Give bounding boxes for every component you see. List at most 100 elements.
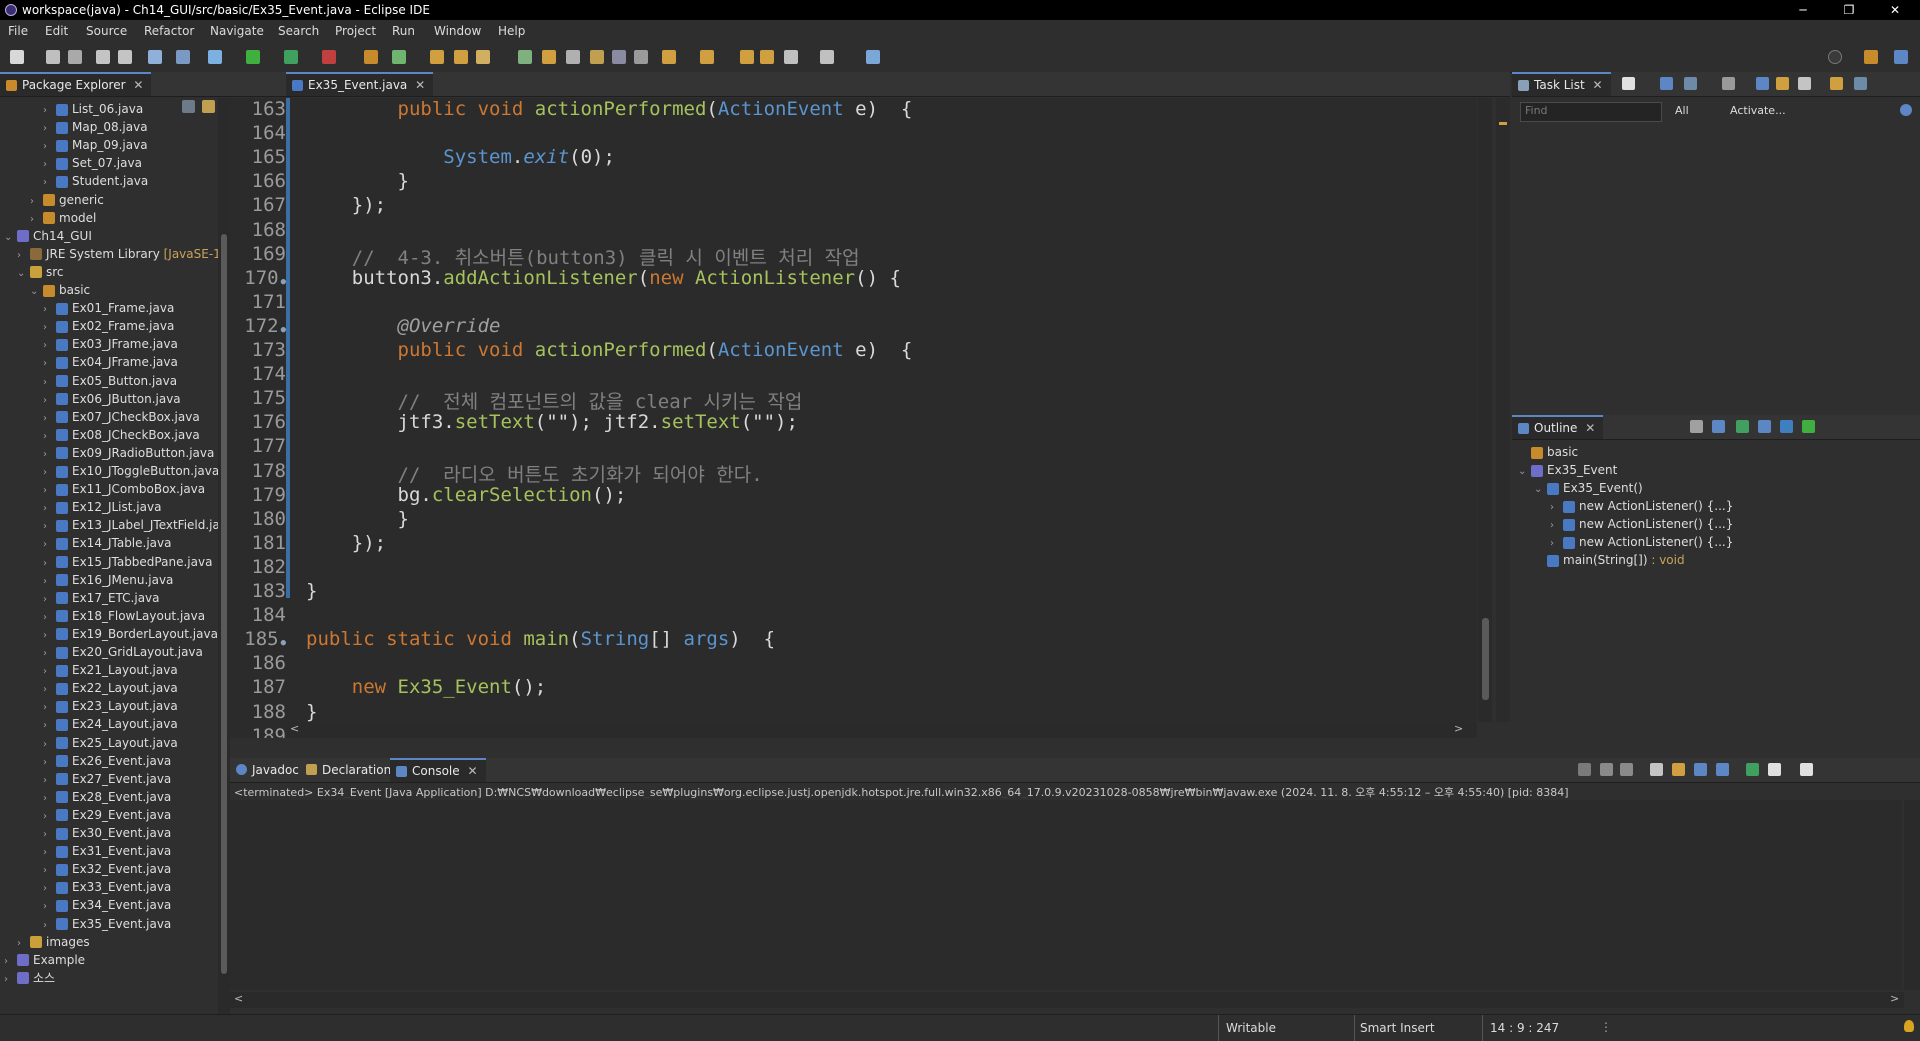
code-line[interactable]: } (306, 701, 317, 723)
undo-icon[interactable] (96, 50, 110, 64)
search-tool-icon[interactable] (476, 50, 490, 64)
tree-item[interactable]: ⌄ Ch14_GUI (4, 227, 92, 245)
open-perspective-icon[interactable] (1864, 50, 1878, 64)
tree-item[interactable]: › Map_09.java (43, 136, 148, 154)
outline-item[interactable]: › new ActionListener() {...} (1550, 533, 1733, 551)
scheduled-icon[interactable] (1684, 77, 1697, 90)
help-icon[interactable] (1900, 104, 1912, 116)
close-icon[interactable]: ✕ (467, 764, 477, 778)
code-line[interactable]: System.exit(0); (306, 146, 615, 168)
save-all-icon[interactable] (68, 50, 82, 64)
tab-outline[interactable]: Outline ✕ (1512, 415, 1604, 439)
code-line[interactable]: new Ex35_Event(); (306, 676, 546, 698)
editor-scroll-thumb[interactable] (1482, 618, 1489, 700)
tree-item[interactable]: › List_06.java (43, 100, 143, 118)
show-on-error-icon[interactable] (1716, 763, 1729, 776)
tree-item[interactable]: › Ex33_Event.java (43, 878, 171, 896)
tree-item[interactable]: › Example (4, 951, 85, 969)
tab-ex35-event[interactable]: Ex35_Event.java ✕ (286, 72, 434, 96)
outline-item[interactable]: basic (1518, 443, 1578, 461)
code-line[interactable]: @Override (306, 315, 501, 337)
lightbulb-icon[interactable] (1904, 1020, 1914, 1032)
menu-help[interactable]: Help (498, 24, 525, 38)
skip-breakpoints-icon[interactable] (176, 50, 190, 64)
sync-icon[interactable] (1830, 77, 1843, 90)
tree-item[interactable]: › Ex19_BorderLayout.java (43, 625, 218, 643)
forward-icon[interactable] (820, 50, 834, 64)
code-line[interactable]: // 전체 컴포넌트의 값을 clear 시키는 작업 (306, 387, 803, 414)
block-selection-icon[interactable] (590, 50, 604, 64)
search-icon[interactable] (1828, 50, 1842, 64)
tree-item[interactable]: › Ex20_GridLayout.java (43, 643, 203, 661)
run-icon[interactable] (246, 50, 260, 64)
tree-item[interactable]: › Ex07_JCheckBox.java (43, 408, 200, 426)
remove-all-icon[interactable] (1620, 763, 1633, 776)
highlight-icon[interactable] (542, 50, 556, 64)
menu-project[interactable]: Project (335, 24, 376, 38)
remove-launch-icon[interactable] (1600, 763, 1613, 776)
close-icon[interactable]: ✕ (1593, 78, 1603, 92)
insert-mode-status[interactable]: Smart Insert (1360, 1021, 1435, 1035)
annotation-icon[interactable] (518, 50, 532, 64)
code-line[interactable]: public void actionPerformed(ActionEvent … (306, 339, 913, 361)
tree-item[interactable]: › Ex34_Event.java (43, 896, 171, 914)
code-line[interactable]: bg.clearSelection(); (306, 484, 627, 506)
scrollbar-thumb[interactable] (221, 234, 227, 974)
tree-item[interactable]: › Ex31_Event.java (43, 842, 171, 860)
chevron-down-icon[interactable]: ⌄ (1534, 481, 1544, 499)
console-scroll-right-icon[interactable]: > (1890, 992, 1899, 1005)
back-icon[interactable] (784, 50, 798, 64)
outline-item[interactable]: › new ActionListener() {...} (1550, 497, 1733, 515)
tree-item[interactable]: › Ex28_Event.java (43, 788, 171, 806)
status-menu-icon[interactable]: ⋮ (1600, 1020, 1612, 1034)
code-area[interactable]: 163 public void actionPerformed(ActionEv… (230, 98, 1477, 738)
code-line[interactable]: }); (306, 532, 386, 554)
chevron-down-icon[interactable]: ⌄ (1518, 463, 1528, 481)
tree-item[interactable]: › Ex25_Layout.java (43, 734, 178, 752)
scroll-left-icon[interactable]: < (290, 722, 299, 735)
new-task-icon[interactable] (1622, 77, 1635, 90)
tree-item[interactable]: › Ex32_Event.java (43, 860, 171, 878)
open-type-icon[interactable] (430, 50, 444, 64)
editor-horizontal-scrollbar[interactable]: < > (286, 722, 1476, 738)
menu-refactor[interactable]: Refactor (144, 24, 194, 38)
outline-item[interactable]: main(String[]) : void (1534, 551, 1685, 569)
tree-item[interactable]: ⌄ basic (30, 281, 90, 299)
tree-item[interactable]: › Ex03_JFrame.java (43, 335, 178, 353)
tree-item[interactable]: › Ex21_Layout.java (43, 661, 178, 679)
chevron-down-icon[interactable]: ⌄ (30, 283, 40, 301)
tree-item[interactable]: › Ex17_ETC.java (43, 589, 160, 607)
tree-item[interactable]: › Ex04_JFrame.java (43, 353, 178, 371)
chevron-down-icon[interactable]: ⌄ (4, 229, 14, 247)
tree-item[interactable]: › Ex29_Event.java (43, 806, 171, 824)
next-annotation-icon[interactable] (662, 50, 676, 64)
coverage-icon[interactable] (284, 50, 298, 64)
tab-declaration[interactable]: Declaration (300, 758, 399, 782)
outline-item[interactable]: ⌄ Ex35_Event (1518, 461, 1617, 479)
menu-source[interactable]: Source (86, 24, 127, 38)
all-filter-link[interactable]: All (1675, 104, 1689, 117)
override-marker-icon[interactable]: ● (281, 638, 286, 648)
tree-item[interactable]: › model (30, 209, 96, 227)
link-icon[interactable] (1854, 77, 1867, 90)
tree-item[interactable]: › 소스 (4, 969, 55, 987)
toggle-mark-icon[interactable] (566, 50, 580, 64)
code-line[interactable]: jtf3.setText(""); jtf2.setText(""); (306, 411, 798, 433)
collapse-all-icon[interactable] (1756, 77, 1769, 90)
tree-item[interactable]: › Student.java (43, 172, 148, 190)
code-line[interactable]: } (306, 170, 409, 192)
show-whitespace-icon[interactable] (634, 50, 648, 64)
categorized-icon[interactable] (1660, 77, 1673, 90)
new-class-icon[interactable] (392, 50, 406, 64)
tree-item[interactable]: › Ex01_Frame.java (43, 299, 174, 317)
code-line[interactable]: public static void main(String[] args) { (306, 628, 775, 650)
tree-item[interactable]: › Set_07.java (43, 154, 142, 172)
hide-static-icon[interactable] (1736, 420, 1749, 433)
java-perspective-icon[interactable] (1894, 50, 1908, 64)
tree-item[interactable]: › Ex23_Layout.java (43, 697, 178, 715)
override-marker-icon[interactable]: ● (281, 325, 286, 335)
outline-item[interactable]: › new ActionListener() {...} (1550, 515, 1733, 533)
prev-annotation-icon[interactable] (700, 50, 714, 64)
code-line[interactable]: // 4-3. 취소버튼(button3) 클릭 시 이벤트 처리 작업 (306, 243, 860, 270)
tree-item[interactable]: › Ex10_JToggleButton.java (43, 462, 218, 480)
